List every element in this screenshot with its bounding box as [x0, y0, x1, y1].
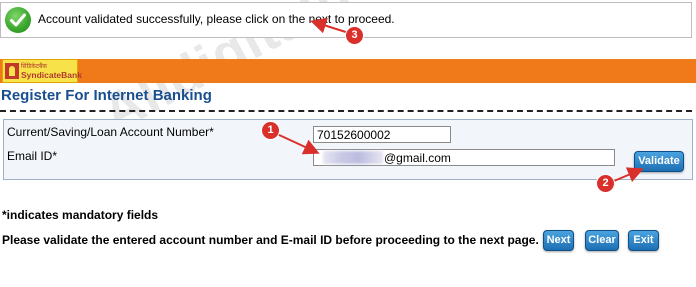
email-domain: @gmail.com: [384, 151, 451, 165]
email-label: Email ID*: [7, 149, 58, 163]
validate-button[interactable]: Validate: [634, 151, 684, 172]
annotation-marker-1: 1: [262, 122, 279, 139]
divider: [0, 110, 692, 112]
annotation-marker-2: 2: [597, 175, 614, 192]
bank-logo-name: SyndicateBank: [21, 70, 82, 80]
success-message: Account validated successfully, please c…: [38, 12, 395, 26]
annotation-marker-3: 3: [346, 27, 363, 44]
email-redacted: [323, 151, 383, 164]
bank-logo: सिंडिकेटबैंक SyndicateBank: [2, 59, 82, 83]
clear-button[interactable]: Clear: [585, 230, 619, 251]
exit-button[interactable]: Exit: [628, 230, 659, 251]
header-bar: [0, 59, 696, 83]
next-button[interactable]: Next: [543, 230, 574, 251]
bank-logo-mark-icon: [5, 63, 19, 79]
checkmark-icon: [5, 7, 31, 33]
account-number-label: Current/Saving/Loan Account Number*: [7, 125, 214, 139]
page-title: Register For Internet Banking: [1, 87, 212, 104]
instruction-text: Please validate the entered account numb…: [2, 233, 539, 247]
account-number-input[interactable]: [313, 126, 451, 143]
bank-logo-tagline: सिंडिकेटबैंक: [21, 64, 48, 70]
mandatory-note: *indicates mandatory fields: [2, 208, 159, 222]
